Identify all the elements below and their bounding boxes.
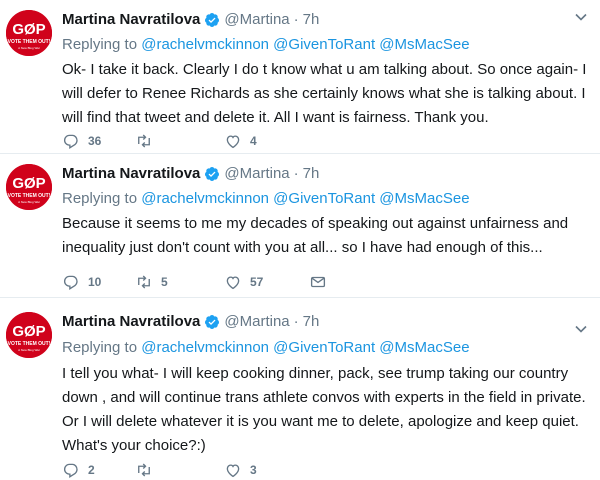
avatar[interactable]: GØP VOTE THEM OUT! A New Blog War [6, 164, 52, 210]
reply-button[interactable]: 36 [62, 131, 101, 151]
reply-button[interactable]: 2 [62, 460, 95, 480]
like-button[interactable]: 3 [224, 460, 257, 480]
user-handle[interactable]: @Martina [224, 312, 289, 332]
retweet-icon [138, 275, 150, 289]
separator-dot: · [293, 11, 299, 28]
retweet-button[interactable] [135, 460, 161, 480]
timestamp[interactable]: 7h [303, 312, 320, 332]
avatar-logo-text: GØP [12, 175, 45, 192]
retweet-button[interactable]: 5 [135, 272, 168, 292]
mention-link[interactable]: @GivenToRant [273, 36, 375, 53]
tweet-actions: 2 3 [62, 460, 582, 480]
reply-count: 10 [88, 275, 102, 289]
like-icon [226, 464, 240, 478]
avatar[interactable]: GØP VOTE THEM OUT! A New Blog War [6, 10, 52, 56]
tweet-header: Martina Navratilova @Martina · 7h [62, 10, 319, 30]
mention-link[interactable]: @MsMacSee [379, 36, 469, 53]
display-name[interactable]: Martina Navratilova [62, 164, 200, 184]
reply-icon [63, 463, 78, 478]
mention-link[interactable]: @GivenToRant [273, 190, 375, 207]
user-handle[interactable]: @Martina [224, 164, 289, 184]
user-handle[interactable]: @Martina [224, 10, 289, 30]
separator-dot: · [293, 165, 299, 182]
like-count: 3 [250, 463, 257, 477]
avatar-logo-text: GØP [12, 323, 45, 340]
mention-link[interactable]: @GivenToRant [273, 339, 375, 356]
reply-count: 2 [88, 463, 95, 477]
mention-link[interactable]: @rachelvmckinnon [141, 36, 269, 53]
tweet-actions: 10 5 57 [62, 272, 582, 292]
reply-icon [63, 275, 78, 290]
dm-icon [310, 276, 326, 288]
tweet-actions: 36 4 [62, 131, 582, 151]
like-count: 4 [250, 134, 257, 148]
replying-to-label: Replying to [62, 190, 138, 207]
like-icon [226, 135, 240, 149]
tweet[interactable]: GØP VOTE THEM OUT! A New Blog War Martin… [0, 154, 600, 298]
chevron-down-icon[interactable] [574, 10, 588, 24]
avatar-slogan: VOTE THEM OUT! [8, 193, 51, 199]
mention-link[interactable]: @rachelvmckinnon [141, 339, 269, 356]
timestamp[interactable]: 7h [303, 10, 320, 30]
tweet-text: I tell you what- I will keep cooking din… [62, 365, 586, 454]
replying-to-label: Replying to [62, 339, 138, 356]
retweet-button[interactable] [135, 131, 161, 151]
avatar-slogan: VOTE THEM OUT! [8, 39, 51, 45]
retweet-icon [138, 463, 150, 477]
retweet-icon [138, 134, 150, 148]
verified-icon [205, 315, 220, 329]
timestamp[interactable]: 7h [303, 164, 320, 184]
chevron-down-icon[interactable] [574, 322, 588, 336]
like-count: 57 [250, 275, 264, 289]
replying-to-label: Replying to [62, 36, 138, 53]
like-icon [226, 276, 240, 290]
mention-link[interactable]: @MsMacSee [379, 190, 469, 207]
avatar[interactable]: GØP VOTE THEM OUT! A New Blog War [6, 312, 52, 358]
replying-to: Replying to @rachelvmckinnon @GivenToRan… [62, 189, 470, 209]
reply-count: 36 [88, 134, 102, 148]
tweet-header: Martina Navratilova @Martina · 7h [62, 312, 319, 332]
avatar-subtext: A New Blog War [18, 46, 40, 50]
like-button[interactable]: 4 [224, 131, 257, 151]
tweet[interactable]: GØP VOTE THEM OUT! A New Blog War Martin… [0, 0, 600, 154]
verified-icon [205, 13, 220, 27]
reply-icon [63, 134, 78, 149]
like-button[interactable]: 57 [224, 272, 263, 292]
replying-to: Replying to @rachelvmckinnon @GivenToRan… [62, 338, 470, 358]
tweet-header: Martina Navratilova @Martina · 7h [62, 164, 319, 184]
tweet-text: Because it seems to me my decades of spe… [62, 215, 569, 256]
display-name[interactable]: Martina Navratilova [62, 312, 200, 332]
tweet[interactable]: GØP VOTE THEM OUT! A New Blog War Martin… [0, 298, 600, 480]
tweet-text: Ok- I take it back. Clearly I do t know … [62, 61, 587, 126]
avatar-logo-text: GØP [12, 21, 45, 38]
avatar-subtext: A New Blog War [18, 200, 40, 204]
replying-to: Replying to @rachelvmckinnon @GivenToRan… [62, 35, 470, 55]
retweet-count: 5 [161, 275, 168, 289]
tweet-feed: GØP VOTE THEM OUT! A New Blog War Martin… [0, 0, 600, 480]
direct-message-button[interactable] [309, 272, 327, 292]
avatar-subtext: A New Blog War [18, 348, 40, 352]
display-name[interactable]: Martina Navratilova [62, 10, 200, 30]
avatar-slogan: VOTE THEM OUT! [8, 341, 51, 347]
reply-button[interactable]: 10 [62, 272, 101, 292]
mention-link[interactable]: @rachelvmckinnon [141, 190, 269, 207]
verified-icon [205, 167, 220, 181]
separator-dot: · [293, 313, 299, 330]
mention-link[interactable]: @MsMacSee [379, 339, 469, 356]
